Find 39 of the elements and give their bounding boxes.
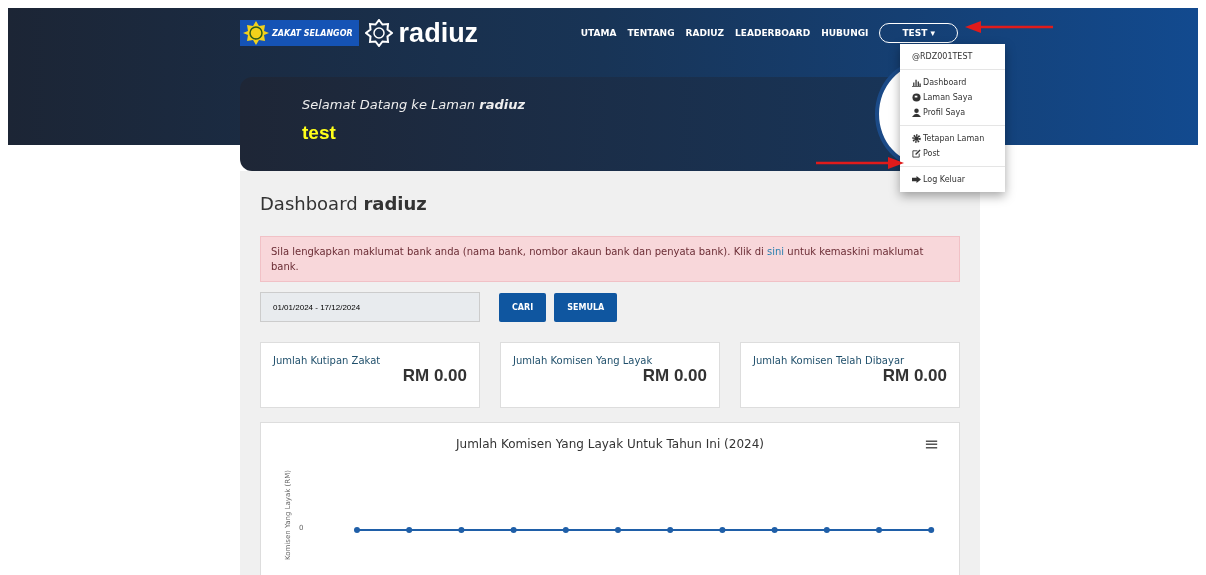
date-range-field[interactable]: 01/01/2024 - 17/12/2024 bbox=[260, 292, 480, 322]
chart-title: Jumlah Komisen Yang Layak Untuk Tahun Ini (2024) bbox=[456, 437, 764, 451]
stat-label: Jumlah Kutipan Zakat bbox=[273, 355, 382, 366]
menu-item[interactable]: Laman Saya bbox=[900, 90, 1005, 105]
chart-icon bbox=[912, 78, 921, 87]
edit-icon bbox=[912, 149, 921, 158]
menu-item[interactable]: Dashboard bbox=[900, 75, 1005, 90]
here-link[interactable]: sini bbox=[767, 246, 785, 257]
zakat-selangor-logo[interactable]: ZAKAT SELANGOR bbox=[240, 20, 359, 46]
globe-icon bbox=[912, 93, 921, 102]
bank-info-alert: Sila lengkapkan maklumat bank anda (nama bank, nombor akaun bank dan penyata bank). Klik di sini untuk kemaskini maklumat bank. bbox=[260, 236, 960, 282]
stat-value: RM 0.00 bbox=[642, 366, 707, 386]
stat-value: RM 0.00 bbox=[402, 366, 467, 386]
menu-item[interactable]: Post bbox=[900, 146, 1005, 161]
star-logo-icon bbox=[364, 19, 393, 47]
menu-icon[interactable]: ≡ bbox=[923, 435, 939, 453]
menu-item[interactable]: Profil Saya bbox=[900, 105, 1005, 120]
user-icon bbox=[912, 108, 921, 117]
nav-link[interactable]: RADIUZ bbox=[685, 28, 725, 38]
stat-label: Jumlah Komisen Telah Dibayar bbox=[753, 355, 906, 366]
gear-icon bbox=[912, 134, 921, 143]
brand-name[interactable]: radiuz bbox=[398, 17, 479, 49]
nav-link[interactable]: HUBUNGI bbox=[821, 28, 869, 38]
menu-item[interactable]: Log Keluar bbox=[900, 172, 1005, 187]
stat-value: RM 0.00 bbox=[882, 366, 947, 386]
pointer-arrow-icon bbox=[965, 20, 1053, 34]
welcome-text: Selamat Datang ke Laman radiuz bbox=[302, 97, 526, 112]
filter-button[interactable]: CARI bbox=[499, 292, 547, 322]
user-name: test bbox=[302, 122, 336, 144]
filter-button[interactable]: SEMULA bbox=[554, 292, 618, 322]
menu-item[interactable]: Tetapan Laman bbox=[900, 131, 1005, 146]
nav-link[interactable]: UTAMA bbox=[580, 28, 617, 38]
stat-label: Jumlah Komisen Yang Layak bbox=[513, 355, 654, 366]
username-label: @RDZ001TEST bbox=[900, 44, 1005, 70]
pointer-arrow-icon bbox=[816, 156, 904, 170]
nav-link[interactable]: TENTANG bbox=[627, 28, 675, 38]
dashboard-title: Dashboard radiuz bbox=[260, 193, 428, 214]
nav-link[interactable]: LEADERBOARD bbox=[735, 28, 811, 38]
exit-icon bbox=[912, 175, 921, 184]
